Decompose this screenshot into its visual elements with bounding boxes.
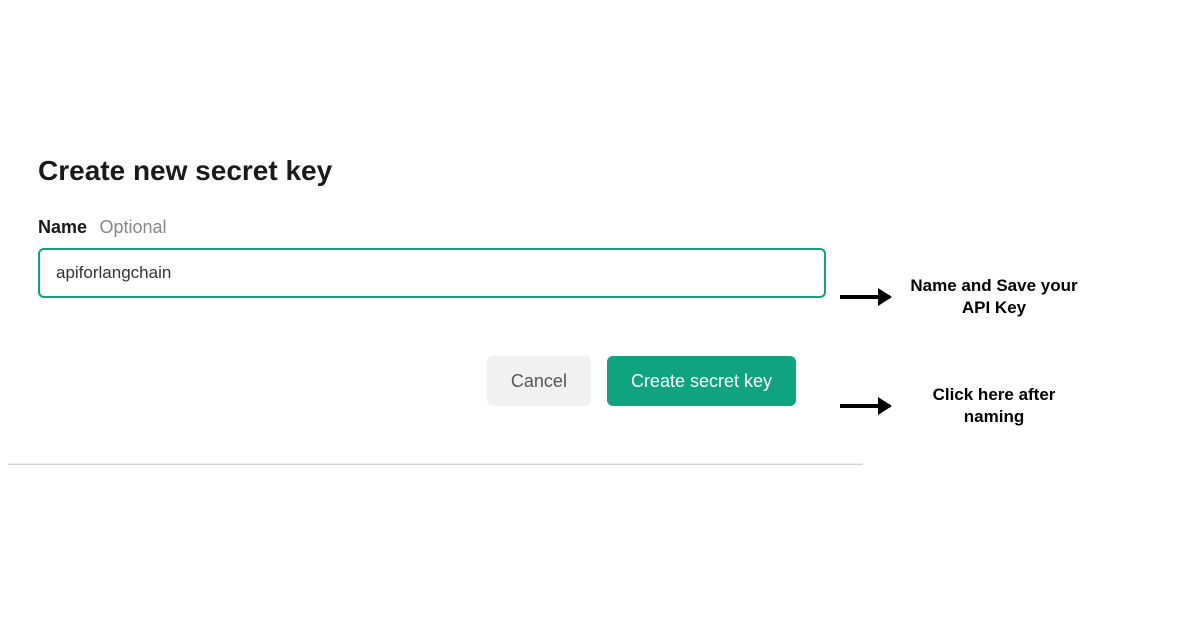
annotation-name-save: Name and Save your API Key (840, 275, 1084, 319)
create-secret-key-dialog: Create new secret key Name Optional Canc… (8, 125, 863, 436)
name-label-row: Name Optional (38, 217, 833, 238)
name-label: Name (38, 217, 87, 237)
dialog-button-row: Cancel Create secret key (38, 356, 833, 406)
cancel-button[interactable]: Cancel (487, 356, 591, 406)
annotation-click-after: Click here after naming (840, 384, 1084, 428)
create-secret-key-button[interactable]: Create secret key (607, 356, 796, 406)
name-optional-label: Optional (99, 217, 166, 237)
arrow-right-icon (840, 404, 890, 408)
secret-key-name-input[interactable] (38, 248, 826, 298)
annotation-text-name-save: Name and Save your API Key (904, 275, 1084, 319)
dialog-shadow-edge (8, 463, 863, 465)
annotation-text-click-after: Click here after naming (904, 384, 1084, 428)
dialog-title: Create new secret key (38, 155, 833, 187)
arrow-right-icon (840, 295, 890, 299)
